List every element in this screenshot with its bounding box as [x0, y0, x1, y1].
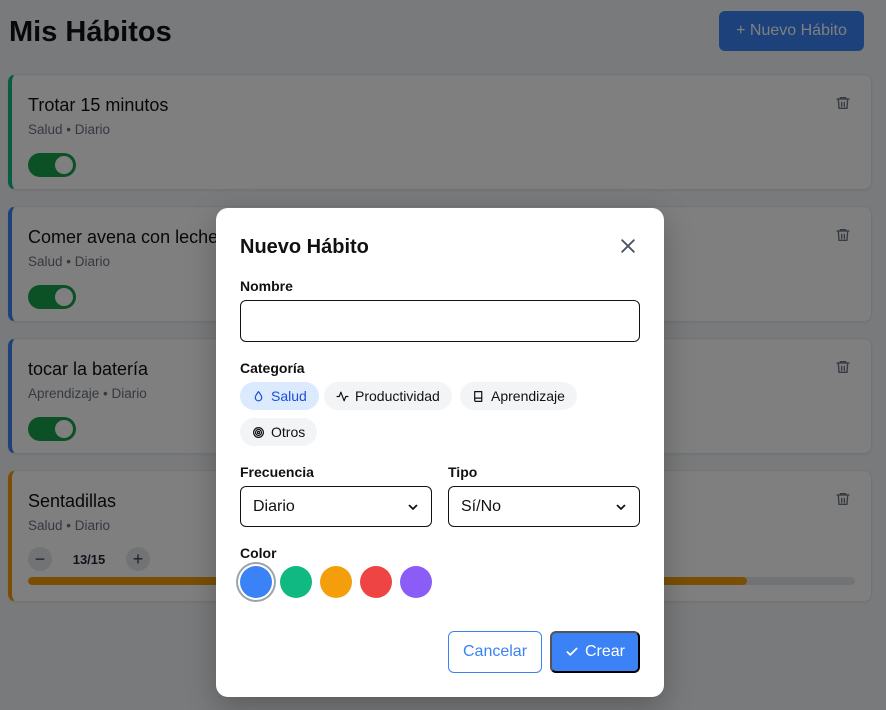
color-swatch-blue[interactable]: [240, 566, 272, 598]
new-habit-modal: Nuevo Hábito Nombre Categoría Salud Prod…: [216, 208, 664, 697]
chevron-down-icon: [408, 504, 418, 510]
name-label: Nombre: [240, 278, 293, 294]
color-swatch-green[interactable]: [280, 566, 312, 598]
category-chip-salud[interactable]: Salud: [240, 382, 319, 410]
color-label: Color: [240, 545, 277, 561]
color-swatch-red[interactable]: [360, 566, 392, 598]
create-button[interactable]: Crear: [550, 631, 640, 673]
category-chip-productividad[interactable]: Productividad: [324, 382, 452, 410]
frequency-select[interactable]: Diario: [240, 486, 432, 527]
color-swatch-purple[interactable]: [400, 566, 432, 598]
close-icon[interactable]: [618, 236, 638, 256]
category-chip-otros[interactable]: Otros: [240, 418, 318, 446]
droplet-icon: [254, 390, 263, 401]
book-icon: [474, 390, 483, 402]
category-chip-aprendizaje[interactable]: Aprendizaje: [460, 382, 577, 410]
name-input[interactable]: [240, 300, 640, 342]
target-icon: [253, 426, 264, 438]
category-chip-label: Otros: [271, 424, 306, 440]
frequency-value: Diario: [253, 497, 295, 515]
create-button-label: Crear: [584, 643, 625, 660]
type-label: Tipo: [448, 464, 478, 480]
activity-icon: [336, 391, 349, 401]
type-select[interactable]: Sí/No: [448, 486, 640, 527]
category-label: Categoría: [240, 360, 305, 376]
check-icon: [566, 647, 578, 656]
cancel-button[interactable]: Cancelar: [448, 631, 542, 673]
chevron-down-icon: [616, 504, 626, 510]
category-chip-label: Productividad: [355, 388, 440, 404]
type-value: Sí/No: [461, 497, 502, 515]
color-swatch-orange[interactable]: [320, 566, 352, 598]
category-chip-label: Aprendizaje: [491, 388, 565, 404]
modal-title: Nuevo Hábito: [240, 236, 369, 258]
frequency-label: Frecuencia: [240, 464, 314, 480]
category-chip-label: Salud: [271, 388, 307, 404]
